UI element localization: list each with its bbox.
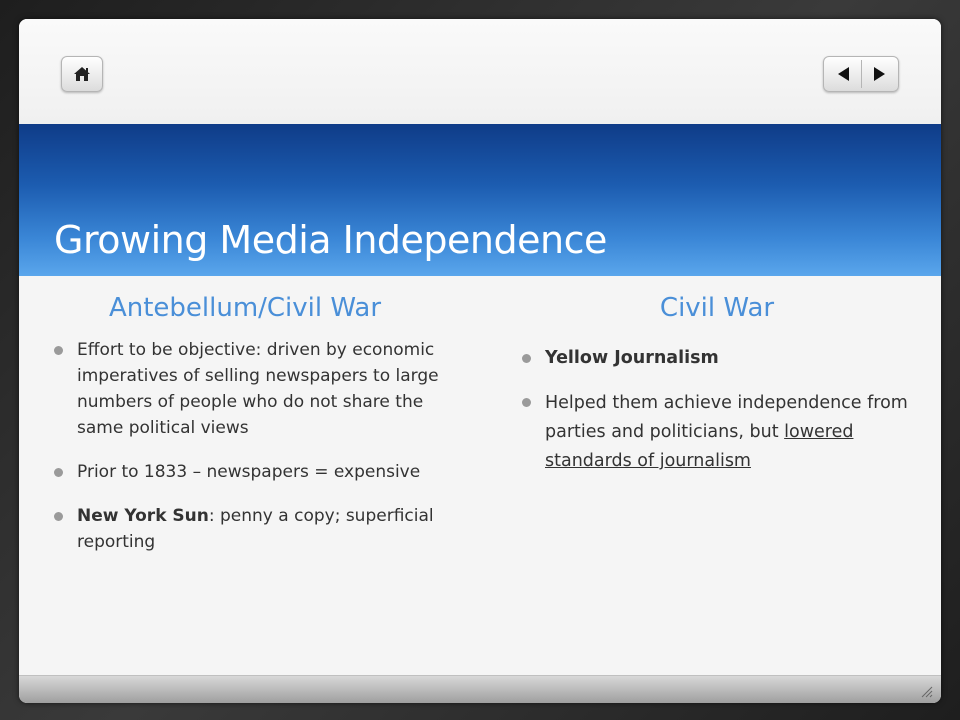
left-bullet-list: Effort to be objective: driven by econom… (49, 337, 441, 555)
home-icon (74, 67, 90, 81)
top-toolbar (19, 19, 941, 124)
previous-slide-button[interactable] (824, 57, 861, 91)
list-item: Effort to be objective: driven by econom… (49, 337, 441, 441)
list-item: Prior to 1833 – newspapers = expensive (49, 459, 441, 485)
triangle-left-icon (838, 67, 849, 81)
left-column: Antebellum/Civil War Effort to be object… (49, 293, 441, 573)
title-band: Growing Media Independence (19, 124, 941, 276)
triangle-right-icon (874, 67, 885, 81)
slide: Growing Media Independence Antebellum/Ci… (19, 19, 941, 703)
list-item: Yellow Journalism (517, 345, 917, 371)
list-item: New York Sun: penny a copy; superficial … (49, 503, 441, 555)
bullet-icon (522, 398, 531, 407)
bullet-bold-text: Yellow Journalism (545, 348, 719, 368)
bullet-icon (54, 346, 63, 355)
resize-grip-icon[interactable] (919, 684, 933, 698)
right-column-heading: Civil War (659, 293, 775, 323)
right-bullet-list: Yellow Journalism Helped them achieve in… (517, 345, 917, 476)
list-item: Helped them achieve independence from pa… (517, 389, 917, 476)
bullet-icon (54, 512, 63, 521)
bullet-text: Prior to 1833 – newspapers = expensive (77, 462, 421, 482)
home-button[interactable] (61, 56, 103, 92)
pager-control (823, 56, 899, 92)
bottom-bar (19, 675, 941, 703)
next-slide-button[interactable] (862, 57, 898, 91)
bullet-text: Effort to be objective: driven by econom… (77, 340, 439, 438)
right-column: Civil War Yellow Journalism Helped them … (517, 293, 917, 494)
bullet-icon (54, 468, 63, 477)
left-column-heading: Antebellum/Civil War (108, 293, 382, 323)
slide-frame: Growing Media Independence Antebellum/Ci… (0, 0, 960, 720)
slide-title: Growing Media Independence (54, 218, 607, 262)
bullet-bold-text: New York Sun (77, 506, 209, 526)
bullet-icon (522, 354, 531, 363)
